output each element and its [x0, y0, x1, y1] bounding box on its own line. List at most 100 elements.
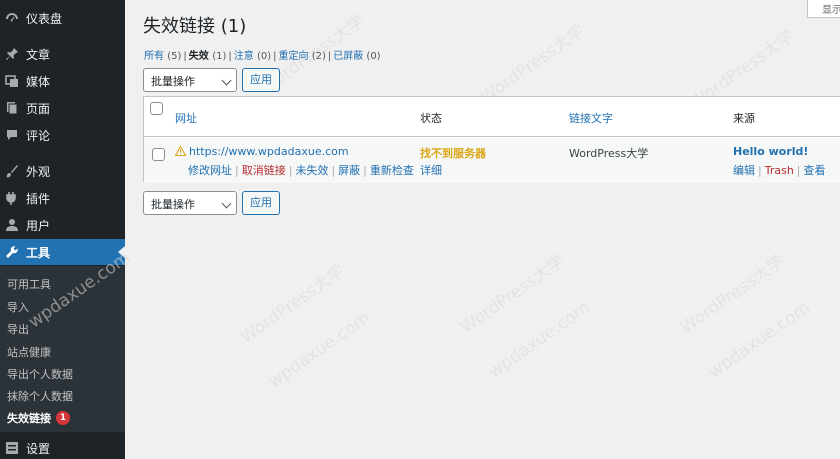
menu-dashboard-label: 仪表盘: [26, 11, 63, 26]
filter-label: 失效: [188, 51, 209, 62]
menu-tools[interactable]: 工具: [0, 239, 125, 265]
filter-dismissed[interactable]: 已屏蔽 (0): [333, 51, 380, 62]
submenu-import[interactable]: 导入: [7, 299, 29, 315]
screen-options-button[interactable]: 显示: [807, 0, 840, 18]
edit-url-action[interactable]: 修改网址: [188, 164, 232, 177]
submenu-label: 导出个人数据: [7, 368, 73, 381]
watermark: wpdaxue.com: [705, 297, 814, 383]
watermark: WordPress大学: [456, 251, 569, 338]
chevron-down-icon: [221, 198, 232, 209]
submenu-export[interactable]: 导出: [7, 321, 29, 337]
menu-media[interactable]: 媒体: [0, 68, 125, 94]
unlink-action[interactable]: 取消链接: [242, 164, 286, 177]
filter-count: (0): [366, 51, 381, 62]
links-table: 网址 状态 链接文字 来源 https://www.wpdadaxue.com …: [143, 96, 840, 183]
source-title-link[interactable]: Hello world!: [733, 145, 808, 158]
filter-count: (1): [212, 51, 227, 62]
dismiss-action[interactable]: 屏蔽: [338, 164, 360, 177]
page-title: 失效链接 (1): [143, 16, 247, 37]
menu-posts-label: 文章: [26, 47, 51, 62]
column-url[interactable]: 网址: [175, 110, 197, 126]
menu-plugins-label: 插件: [26, 191, 51, 206]
edit-source-action[interactable]: 编辑: [733, 164, 755, 177]
menu-comments-label: 评论: [26, 128, 51, 143]
admin-sidebar: 仪表盘 文章 媒体 页面 评论 外观 插件 用户 工具 可用工具 导入 导出 站…: [0, 0, 125, 459]
submenu-erase-personal-data[interactable]: 抹除个人数据: [7, 388, 73, 404]
menu-appearance-label: 外观: [26, 164, 51, 179]
menu-comments[interactable]: 评论: [0, 122, 125, 148]
chevron-down-icon: [221, 75, 232, 86]
table-row: https://www.wpdadaxue.com 修改网址 | 取消链接 | 未失效 |…: [144, 138, 840, 183]
status-filter-links: 所有 (5) | 失效 (1) | 注意 (0) | 重定向 (2) | 已屏蔽 (0): [144, 51, 381, 62]
submenu-available-tools[interactable]: 可用工具: [7, 276, 51, 292]
menu-pages[interactable]: 页面: [0, 95, 125, 121]
row-checkbox[interactable]: [152, 148, 165, 161]
apply-button-bottom[interactable]: 应用: [242, 191, 280, 215]
count-badge: 1: [56, 411, 70, 425]
submenu-label: 导出: [7, 323, 29, 336]
filter-broken[interactable]: 失效 (1): [189, 51, 227, 62]
submenu-broken-links[interactable]: 失效链接 1: [7, 410, 70, 426]
menu-pages-label: 页面: [26, 101, 51, 116]
menu-users[interactable]: 用户: [0, 212, 125, 238]
dashboard-icon: [4, 10, 20, 26]
status-text: 找不到服务器: [420, 147, 486, 160]
watermark: WordPress大学: [476, 21, 589, 108]
wrench-icon: [4, 244, 20, 260]
not-broken-action[interactable]: 未失效: [295, 164, 328, 177]
watermark: wpdaxue.com: [485, 297, 594, 383]
bulk-action-label: 批量操作: [151, 75, 195, 88]
column-link-text[interactable]: 链接文字: [569, 110, 613, 126]
column-source: 来源: [733, 112, 755, 125]
submenu-label: 站点健康: [7, 346, 51, 359]
view-action[interactable]: 查看: [804, 164, 826, 177]
active-menu-arrow: [118, 246, 125, 258]
url-row-actions: 修改网址 | 取消链接 | 未失效 | 屏蔽 | 重新检查: [188, 164, 414, 177]
comment-icon: [4, 127, 20, 143]
filter-label: 注意: [233, 51, 254, 62]
filter-label: 已屏蔽: [333, 51, 364, 62]
media-icon: [4, 73, 20, 89]
recheck-action[interactable]: 重新检查: [370, 164, 414, 177]
watermark: WordPress大学: [236, 261, 349, 348]
submenu-label: 抹除个人数据: [7, 390, 73, 403]
apply-button-top[interactable]: 应用: [242, 68, 280, 92]
link-url[interactable]: https://www.wpdadaxue.com: [189, 145, 349, 158]
menu-dashboard[interactable]: 仪表盘: [0, 5, 125, 31]
filter-redirects[interactable]: 重定向 (2): [279, 51, 326, 62]
menu-media-label: 媒体: [26, 74, 51, 89]
menu-users-label: 用户: [26, 218, 51, 233]
warning-icon: [175, 146, 186, 156]
bulk-action-label: 批量操作: [151, 198, 195, 211]
tools-submenu: 可用工具 导入 导出 站点健康 导出个人数据 抹除个人数据 失效链接 1: [0, 266, 125, 432]
filter-label: 所有: [144, 51, 164, 62]
menu-plugins[interactable]: 插件: [0, 185, 125, 211]
submenu-site-health[interactable]: 站点健康: [7, 344, 51, 360]
menu-settings[interactable]: 设置: [0, 435, 125, 459]
filter-count: (5): [167, 51, 182, 62]
trash-action[interactable]: Trash: [765, 164, 794, 177]
column-status: 状态: [420, 112, 442, 125]
submenu-label: 导入: [7, 301, 29, 314]
filter-all[interactable]: 所有 (5): [144, 51, 181, 62]
settings-icon: [4, 440, 20, 456]
menu-appearance[interactable]: 外观: [0, 158, 125, 184]
submenu-label: 可用工具: [7, 278, 51, 291]
bulk-action-select-bottom[interactable]: 批量操作: [143, 191, 237, 215]
status-details-link[interactable]: 详细: [420, 162, 442, 178]
user-icon: [4, 217, 20, 233]
select-all-checkbox[interactable]: [150, 102, 163, 115]
filter-warnings[interactable]: 注意 (0): [234, 51, 271, 62]
filter-label: 重定向: [278, 51, 309, 62]
submenu-label: 失效链接: [7, 412, 51, 425]
plugin-icon: [4, 190, 20, 206]
watermark: wpdaxue.com: [265, 307, 374, 393]
menu-posts[interactable]: 文章: [0, 41, 125, 67]
submenu-export-personal-data[interactable]: 导出个人数据: [7, 366, 73, 382]
watermark: WordPress大学: [676, 251, 789, 338]
page-icon: [4, 100, 20, 116]
bulk-action-select-top[interactable]: 批量操作: [143, 68, 237, 92]
filter-count: (2): [311, 51, 326, 62]
filter-count: (0): [256, 51, 272, 62]
menu-tools-label: 工具: [26, 245, 51, 260]
